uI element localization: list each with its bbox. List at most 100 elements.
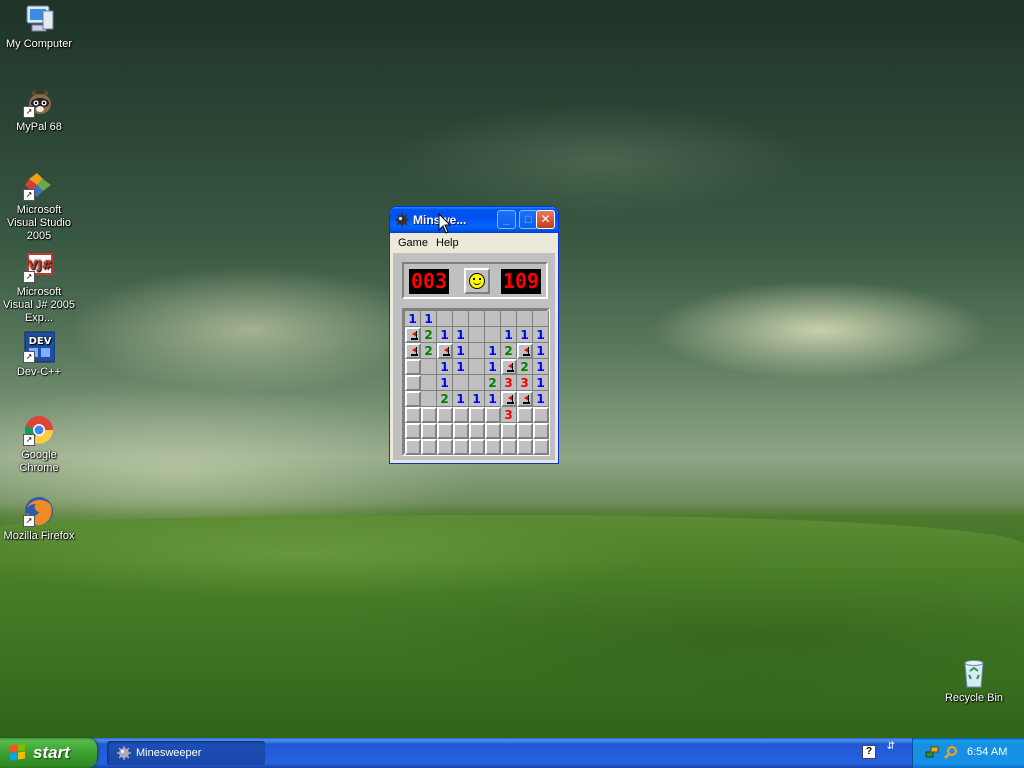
mine-cell-flagged[interactable]: [517, 343, 533, 359]
mine-cell-flagged[interactable]: [405, 343, 421, 359]
desktop-icon-visual-studio[interactable]: ↗ Microsoft Visual Studio 2005: [1, 169, 77, 243]
mine-cell-number[interactable]: 2: [437, 391, 453, 407]
mine-cell-number[interactable]: 1: [533, 375, 549, 391]
mine-cell-flagged[interactable]: [501, 391, 517, 407]
mine-cell-number[interactable]: 1: [533, 359, 549, 375]
mine-cell-covered[interactable]: [517, 407, 533, 423]
mine-cell-number[interactable]: 1: [437, 359, 453, 375]
mine-cell-covered[interactable]: [453, 439, 469, 455]
mine-cell-number[interactable]: 1: [405, 311, 421, 327]
mine-cell-empty[interactable]: [453, 375, 469, 391]
window-titlebar[interactable]: Minswe... _ □ ✕: [390, 207, 558, 233]
mine-cell-covered[interactable]: [501, 423, 517, 439]
mine-cell-covered[interactable]: [405, 423, 421, 439]
mine-cell-flagged[interactable]: [517, 391, 533, 407]
mine-cell-covered[interactable]: [405, 359, 421, 375]
mine-cell-number[interactable]: 2: [501, 343, 517, 359]
desktop-icon-mypal[interactable]: ↗ MyPal 68: [1, 86, 77, 134]
mine-cell-number[interactable]: 2: [421, 343, 437, 359]
mine-cell-number[interactable]: 1: [469, 391, 485, 407]
mine-cell-covered[interactable]: [469, 407, 485, 423]
mine-cell-number[interactable]: 1: [485, 391, 501, 407]
mine-cell-covered[interactable]: [437, 407, 453, 423]
mine-cell-covered[interactable]: [421, 423, 437, 439]
mine-cell-empty[interactable]: [485, 327, 501, 343]
mine-cell-flagged[interactable]: [501, 359, 517, 375]
show-more-icon[interactable]: ⇵: [884, 742, 898, 762]
mine-cell-number[interactable]: 3: [501, 375, 517, 391]
desktop-icon-firefox[interactable]: ↗ Mozilla Firefox: [1, 495, 77, 543]
mine-cell-number[interactable]: 1: [517, 327, 533, 343]
mine-cell-covered[interactable]: [469, 439, 485, 455]
minimize-button[interactable]: _: [497, 210, 516, 229]
mine-cell-covered[interactable]: [517, 423, 533, 439]
mine-cell-empty[interactable]: [469, 327, 485, 343]
mine-cell-number[interactable]: 2: [421, 327, 437, 343]
mine-cell-empty[interactable]: [453, 311, 469, 327]
mine-cell-number[interactable]: 3: [517, 375, 533, 391]
mine-cell-empty[interactable]: [485, 311, 501, 327]
mine-cell-number[interactable]: 1: [485, 343, 501, 359]
menu-help[interactable]: Help: [436, 237, 459, 249]
mine-cell-covered[interactable]: [533, 439, 549, 455]
mine-cell-number[interactable]: 1: [533, 343, 549, 359]
mine-cell-empty[interactable]: [469, 343, 485, 359]
menu-game[interactable]: Game: [398, 237, 428, 249]
mine-cell-covered[interactable]: [405, 439, 421, 455]
mine-cell-covered[interactable]: [469, 423, 485, 439]
mine-cell-number[interactable]: 1: [453, 327, 469, 343]
mine-cell-number[interactable]: 1: [533, 327, 549, 343]
mine-cell-covered[interactable]: [517, 439, 533, 455]
minesweeper-window[interactable]: Minswe... _ □ ✕ Game Help 003 109 1: [390, 207, 558, 463]
mine-cell-number[interactable]: 1: [437, 375, 453, 391]
mine-cell-covered[interactable]: [485, 439, 501, 455]
mine-cell-number[interactable]: 1: [533, 391, 549, 407]
mine-cell-covered[interactable]: [485, 407, 501, 423]
help-icon[interactable]: ?: [862, 745, 876, 759]
mine-cell-covered[interactable]: [533, 423, 549, 439]
mine-cell-number[interactable]: 1: [453, 359, 469, 375]
mine-cell-number[interactable]: 2: [485, 375, 501, 391]
start-button[interactable]: start: [0, 738, 97, 768]
mine-cell-flagged[interactable]: [437, 343, 453, 359]
desktop-icon-visual-jsharp[interactable]: VJ# ↗ Microsoft Visual J# 2005 Exp...: [1, 251, 77, 325]
mine-cell-covered[interactable]: [453, 407, 469, 423]
mine-cell-empty[interactable]: [437, 311, 453, 327]
mine-cell-number[interactable]: 1: [421, 311, 437, 327]
mine-cell-number[interactable]: 3: [501, 407, 517, 423]
mine-cell-covered[interactable]: [453, 423, 469, 439]
desktop-icon-recycle-bin[interactable]: Recycle Bin: [936, 657, 1012, 705]
mine-cell-empty[interactable]: [421, 391, 437, 407]
mine-cell-covered[interactable]: [437, 439, 453, 455]
mine-cell-number[interactable]: 2: [517, 359, 533, 375]
network-icon[interactable]: [925, 745, 939, 759]
mine-cell-flagged[interactable]: [405, 327, 421, 343]
mine-cell-number[interactable]: 1: [453, 343, 469, 359]
mine-cell-empty[interactable]: [533, 311, 549, 327]
mine-cell-covered[interactable]: [501, 439, 517, 455]
mine-cell-covered[interactable]: [421, 439, 437, 455]
mine-cell-empty[interactable]: [517, 311, 533, 327]
mine-cell-covered[interactable]: [421, 407, 437, 423]
mine-cell-empty[interactable]: [469, 311, 485, 327]
mine-cell-number[interactable]: 1: [437, 327, 453, 343]
mine-cell-number[interactable]: 1: [501, 327, 517, 343]
mine-cell-number[interactable]: 1: [485, 359, 501, 375]
mine-cell-covered[interactable]: [485, 423, 501, 439]
desktop-icon-chrome[interactable]: ↗ Google Chrome: [1, 414, 77, 475]
taskbar-button-minesweeper[interactable]: Minesweeper: [107, 741, 265, 765]
search-icon[interactable]: [944, 745, 958, 759]
mine-cell-empty[interactable]: [469, 375, 485, 391]
close-button[interactable]: ✕: [536, 210, 555, 229]
mine-cell-covered[interactable]: [405, 375, 421, 391]
smiley-reset-button[interactable]: [464, 268, 490, 294]
mine-cell-empty[interactable]: [421, 359, 437, 375]
mine-cell-empty[interactable]: [469, 359, 485, 375]
mine-cell-empty[interactable]: [421, 375, 437, 391]
mine-cell-covered[interactable]: [405, 391, 421, 407]
desktop-icon-devcpp[interactable]: DEV ↗ Dev-C++: [1, 331, 77, 379]
mine-cell-covered[interactable]: [437, 423, 453, 439]
desktop-icon-my-computer[interactable]: My Computer: [1, 3, 77, 51]
mine-cell-covered[interactable]: [533, 407, 549, 423]
mine-cell-empty[interactable]: [501, 311, 517, 327]
